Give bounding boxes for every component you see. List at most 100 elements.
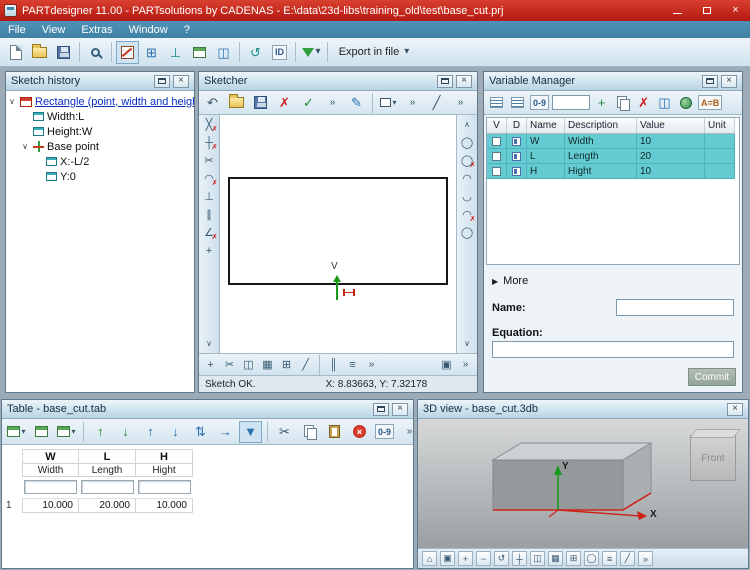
accept-sketch-button[interactable]: ✓ xyxy=(297,93,320,113)
grid-toggle-button[interactable]: ▦ xyxy=(259,357,276,372)
menu-extras[interactable]: Extras xyxy=(73,21,120,38)
tree-item-rectangle[interactable]: ∨ Rectangle (point, width and height) xyxy=(7,94,194,109)
zoom-button[interactable] xyxy=(84,41,107,64)
id-button[interactable]: ID xyxy=(268,41,291,64)
pan-view-button[interactable]: ┼ xyxy=(512,551,527,566)
maximize-button[interactable] xyxy=(692,0,721,21)
arc-tool-button[interactable]: ◠ xyxy=(459,171,476,186)
move-row-up-button[interactable]: ↑ xyxy=(139,421,162,443)
column-header-v[interactable]: V xyxy=(487,118,507,134)
column-header-h[interactable]: H xyxy=(136,449,193,464)
view3d-canvas[interactable]: Y X Front xyxy=(418,419,748,549)
tree-item-y[interactable]: Y:0 xyxy=(7,169,193,184)
close-panel-button[interactable]: × xyxy=(727,402,743,416)
zoom-fit-button[interactable]: ▣ xyxy=(440,551,455,566)
bottom-overflow-button[interactable]: » xyxy=(363,357,380,372)
section-button[interactable]: ╱ xyxy=(620,551,635,566)
cell-h-value[interactable]: 10.000 xyxy=(136,498,193,513)
rotate-view-button[interactable]: ↺ xyxy=(494,551,509,566)
close-button[interactable]: × xyxy=(721,0,750,21)
undo-button[interactable]: ↶ xyxy=(201,93,224,113)
close-panel-button[interactable]: × xyxy=(173,74,189,88)
menu-window[interactable]: Window xyxy=(121,21,176,38)
run-export-button[interactable]: ▾ xyxy=(300,41,323,64)
filter-input-w[interactable] xyxy=(24,480,77,494)
variable-filter-input[interactable] xyxy=(552,95,591,110)
visible-checkbox[interactable] xyxy=(492,166,501,176)
line-overflow-button[interactable]: » xyxy=(449,93,472,113)
float-panel-button[interactable] xyxy=(437,74,453,88)
copy-variable-button[interactable] xyxy=(613,93,632,113)
sort-rows-button[interactable]: ⇅ xyxy=(189,421,212,443)
mirror-tool-button[interactable]: ◫ xyxy=(240,357,257,372)
scroll-down-button[interactable]: ∨ xyxy=(459,336,476,351)
trim-tool-button[interactable]: ✂ xyxy=(201,153,218,168)
edit-tool-button[interactable]: ✎ xyxy=(345,93,368,113)
circle-tool-button[interactable]: ◯ xyxy=(459,135,476,150)
float-panel-button[interactable] xyxy=(702,74,718,88)
snap-grid-button[interactable]: ⊞ xyxy=(278,357,295,372)
float-panel-button[interactable] xyxy=(154,74,170,88)
insert-row-above-button[interactable]: ↑ xyxy=(89,421,112,443)
menu-help[interactable]: ? xyxy=(176,21,198,38)
open-table-button[interactable] xyxy=(30,421,53,443)
zoom-in-button[interactable]: + xyxy=(458,551,473,566)
arc-3point-tool-button[interactable]: ◡ xyxy=(459,189,476,204)
add-variable-button[interactable]: + xyxy=(592,93,611,113)
delete-element-button[interactable]: ╳ ✗ xyxy=(201,117,218,133)
number-format-button[interactable]: 0-9 xyxy=(529,93,550,113)
cell-w-value[interactable]: 10.000 xyxy=(22,498,79,513)
sketcher-toggle-button[interactable] xyxy=(116,40,139,64)
equation-input[interactable] xyxy=(492,341,734,358)
variable-value[interactable]: 10 xyxy=(637,164,705,179)
scroll-up-button[interactable]: ∧ xyxy=(459,117,476,132)
fillet-tool-button[interactable]: ◠ ✗ xyxy=(459,207,475,223)
close-panel-button[interactable]: × xyxy=(392,402,408,416)
detail-view-button[interactable] xyxy=(508,93,527,113)
column-header-name[interactable]: Name xyxy=(527,118,565,134)
line-tool-button[interactable]: ╱ xyxy=(425,93,448,113)
link-variables-button[interactable]: ◫ xyxy=(212,41,235,64)
scroll-down-button[interactable]: ∨ xyxy=(201,336,218,351)
variable-row-w[interactable]: W Width 10 xyxy=(487,134,739,149)
new-file-button[interactable] xyxy=(4,41,27,64)
shaded-button[interactable]: ≡ xyxy=(602,551,617,566)
more-expander[interactable]: ▶ More xyxy=(492,275,528,287)
coordinate-system-button[interactable]: ⊥ xyxy=(164,41,187,64)
front-view-button[interactable]: ◫ xyxy=(530,551,545,566)
cut-button[interactable]: ✂ xyxy=(273,421,296,443)
rename-variable-button[interactable]: A=B xyxy=(697,93,723,113)
list-view-button[interactable] xyxy=(487,93,506,113)
wireframe-button[interactable]: ◯ xyxy=(584,551,599,566)
table-editor-button[interactable] xyxy=(188,41,211,64)
tree-item-x[interactable]: X:-L/2 xyxy=(7,154,193,169)
tangent-constraint-button[interactable]: ◠ ✗ xyxy=(201,171,217,187)
variable-row-h[interactable]: H Hight 10 xyxy=(487,164,739,179)
move-row-down-button[interactable]: ↓ xyxy=(164,421,187,443)
dimension-button[interactable]: ⊞ xyxy=(140,41,163,64)
cell-l-value[interactable]: 20.000 xyxy=(79,498,136,513)
minimize-button[interactable] xyxy=(663,0,692,21)
column-header-d[interactable]: D xyxy=(507,118,527,134)
column-header-value[interactable]: Value xyxy=(637,118,705,134)
tree-item-height[interactable]: Height:W xyxy=(7,124,193,139)
circle-diameter-tool-button[interactable]: ◯ ✗ xyxy=(459,153,476,169)
cut-tool-button[interactable]: ✂ xyxy=(221,357,238,372)
extra-tool-button[interactable]: ▣ xyxy=(438,357,455,372)
point-tool-button[interactable]: + xyxy=(201,243,218,258)
delete-variable-button[interactable]: ✗ xyxy=(634,93,653,113)
transfer-button[interactable]: → xyxy=(214,421,237,443)
column-header-w[interactable]: W xyxy=(22,449,79,464)
globe-button[interactable] xyxy=(676,93,695,113)
tree-item-width[interactable]: Width:L xyxy=(7,109,193,124)
menu-file[interactable]: File xyxy=(0,21,34,38)
select-tool-button[interactable]: + xyxy=(202,357,219,372)
open-file-button[interactable] xyxy=(28,41,51,64)
list-view-button[interactable]: ≡ xyxy=(344,357,361,372)
zoom-out-button[interactable]: − xyxy=(476,551,491,566)
column-header-l[interactable]: L xyxy=(79,449,136,464)
float-panel-button[interactable] xyxy=(373,402,389,416)
top-view-button[interactable]: ▦ xyxy=(548,551,563,566)
variable-row-l[interactable]: L Length 20 xyxy=(487,149,739,164)
view-cube[interactable]: Front xyxy=(690,435,736,481)
